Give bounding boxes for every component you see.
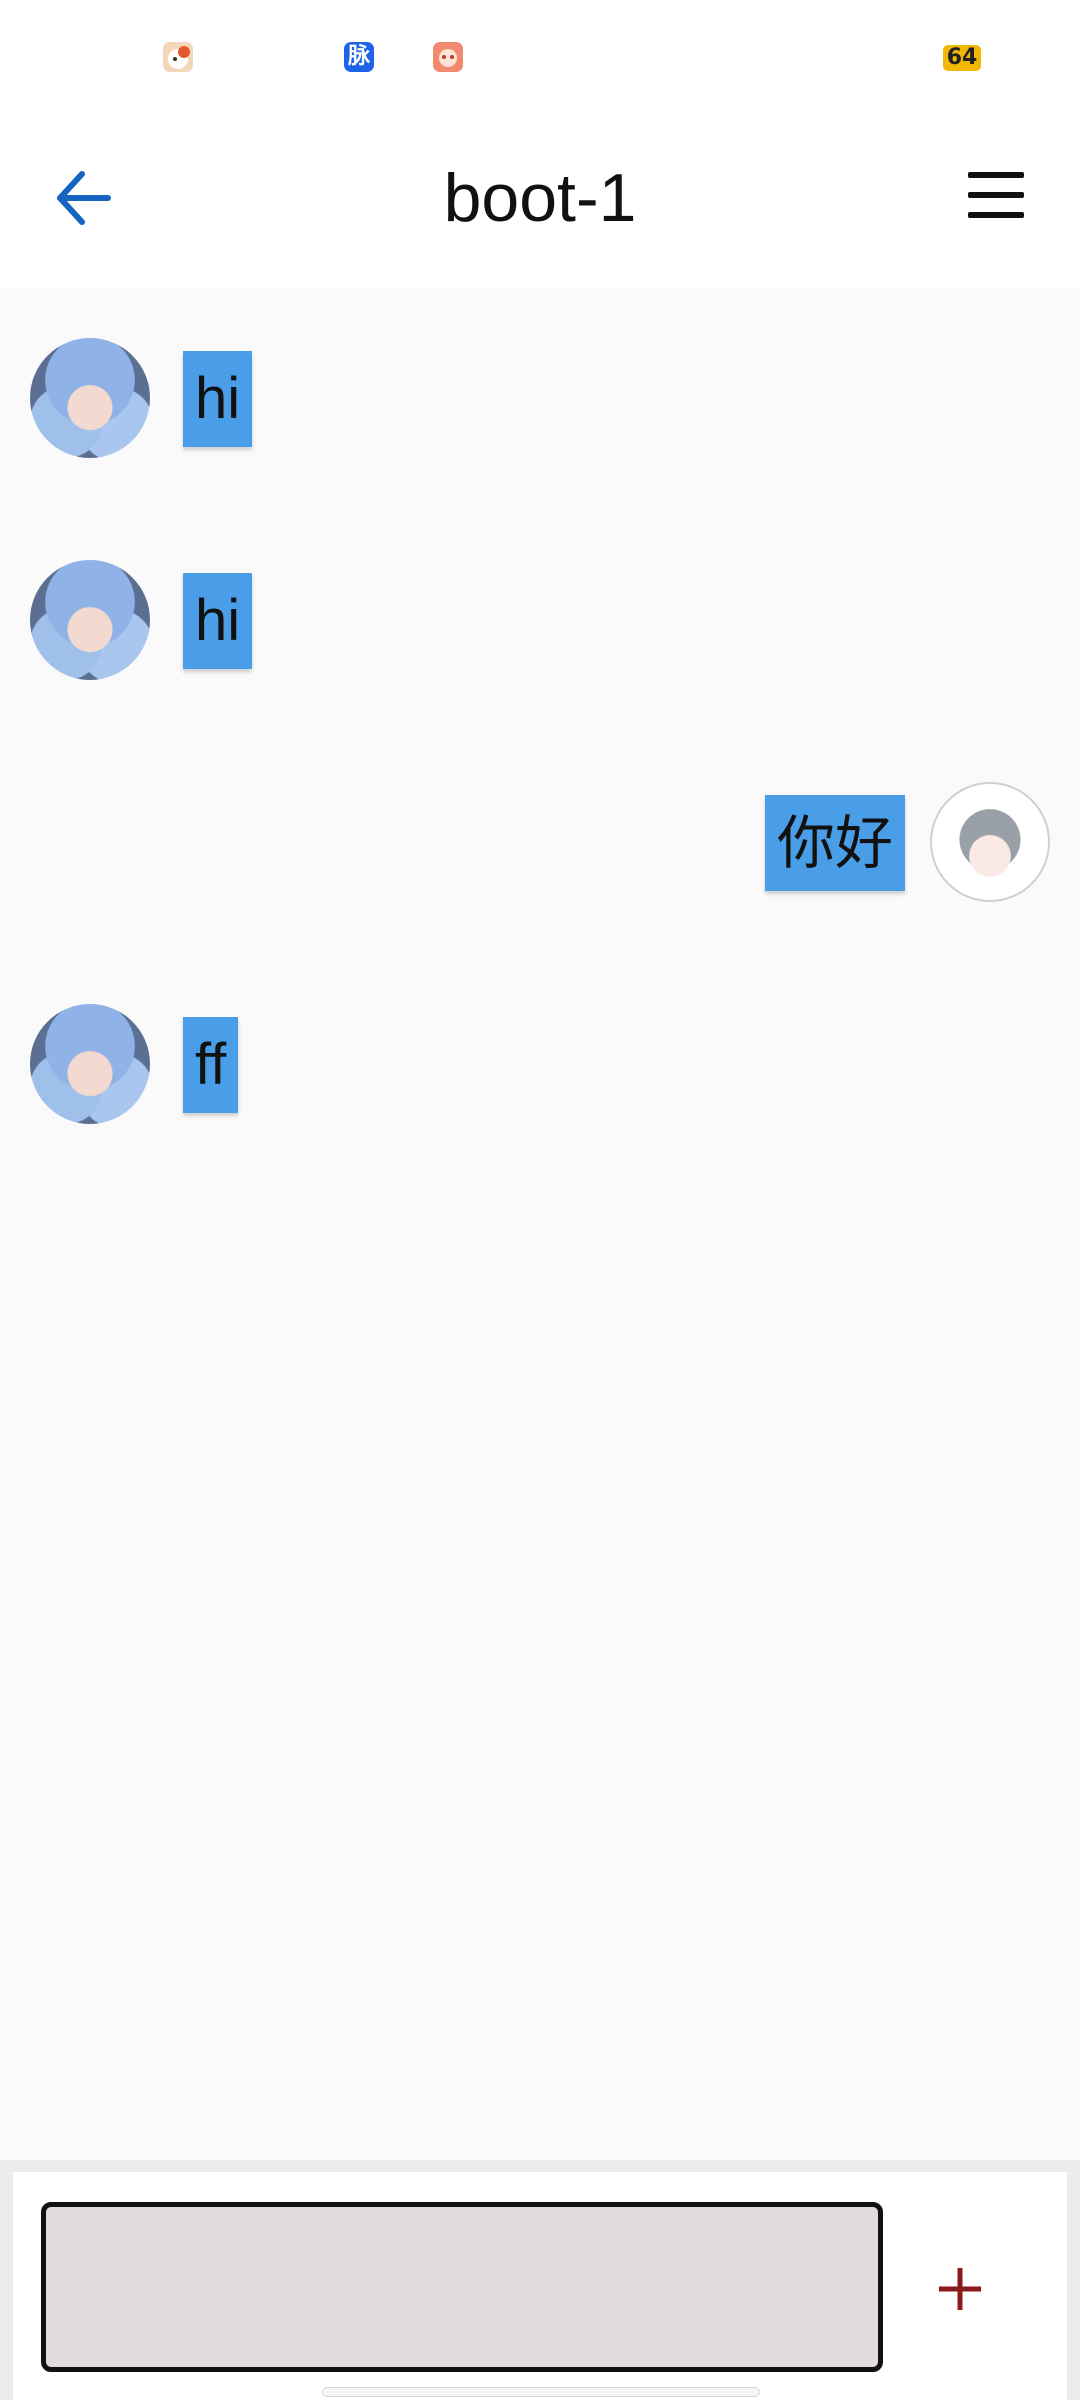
composer-panel — [13, 2172, 1067, 2400]
add-button[interactable] — [935, 2264, 985, 2314]
bot-avatar[interactable] — [30, 338, 150, 458]
page-title: boot-1 — [443, 160, 637, 236]
bear-app-icon — [163, 42, 193, 72]
message-bubble[interactable]: hi — [183, 351, 253, 447]
message-list[interactable]: hi hi 你好 ff — [0, 287, 1080, 2160]
mascot-app-icon — [433, 42, 463, 72]
message-bubble[interactable]: ff — [183, 1017, 239, 1113]
composer — [0, 2160, 1080, 2400]
home-indicator[interactable] — [322, 2387, 760, 2397]
battery-indicator: 64 — [943, 45, 981, 71]
message-bubble[interactable]: 你好 — [765, 795, 906, 891]
menu-button[interactable] — [965, 170, 1027, 222]
status-bar: 脉 64 — [0, 0, 1080, 115]
bot-avatar[interactable] — [30, 560, 150, 680]
user-avatar[interactable] — [930, 782, 1050, 902]
message-input[interactable] — [41, 2202, 883, 2372]
message-bubble[interactable]: hi — [183, 573, 253, 669]
plus-icon — [939, 2268, 981, 2310]
bot-avatar[interactable] — [30, 1004, 150, 1124]
app-header: boot-1 — [0, 115, 1080, 287]
mai-app-icon: 脉 — [344, 42, 374, 72]
